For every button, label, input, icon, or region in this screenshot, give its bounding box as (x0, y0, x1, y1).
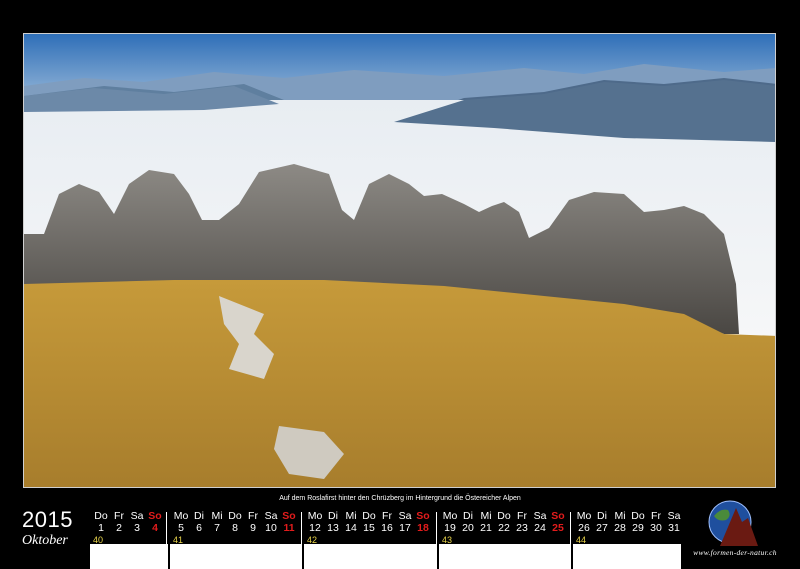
weekday-label-sunday: So (551, 510, 565, 522)
date-number: 8 (232, 522, 238, 534)
date-number-sunday: 11 (283, 522, 295, 534)
weekday-label: Sa (264, 510, 278, 522)
calendar-week-40: Do Fr Sa So 1 2 3 4 40 (90, 508, 168, 569)
week-notes-area (439, 544, 571, 569)
landscape-photo (23, 33, 776, 488)
week-notes-area (90, 544, 168, 569)
weekday-label: Do (631, 510, 645, 522)
date-number: 19 (444, 522, 456, 534)
date-number: 16 (381, 522, 393, 534)
date-number: 9 (250, 522, 256, 534)
weekday-label: Di (463, 510, 473, 522)
weekday-label: Sa (667, 510, 681, 522)
weekday-label: Mo (576, 510, 592, 522)
date-number: 21 (480, 522, 492, 534)
weekday-label: Sa (398, 510, 412, 522)
week-divider (570, 512, 571, 569)
calendar-week-43: Mo Di Mi Do Fr Sa So 19 20 21 22 23 24 2… (439, 508, 571, 569)
calendar-week-42: Mo Di Mi Do Fr Sa So 12 13 14 15 16 17 1… (304, 508, 436, 569)
weekday-label: Do (362, 510, 376, 522)
weekday-label-sunday: So (282, 510, 296, 522)
date-number: 10 (265, 522, 277, 534)
weekday-label-sunday: So (416, 510, 430, 522)
date-number: 31 (668, 522, 680, 534)
mountain-scene-image (24, 34, 775, 487)
weekday-label: Di (597, 510, 607, 522)
weekday-label: Do (94, 510, 108, 522)
month-label: Oktober (22, 533, 68, 548)
weekday-label: Fr (382, 510, 392, 522)
week-notes-area (573, 544, 681, 569)
week-notes-area (170, 544, 302, 569)
weekday-label-sunday: So (148, 510, 162, 522)
weekday-label: Mi (614, 510, 626, 522)
week-number: 43 (442, 535, 453, 545)
date-number: 22 (498, 522, 510, 534)
weekday-label: Di (194, 510, 204, 522)
weekday-label: Fr (651, 510, 661, 522)
weekday-label: Mo (173, 510, 189, 522)
date-number: 28 (614, 522, 626, 534)
weekday-label: Mi (211, 510, 223, 522)
website-url: www.formen-der-natur.ch (693, 548, 777, 557)
weekday-label: Do (497, 510, 511, 522)
weekday-label: Fr (114, 510, 124, 522)
date-number: 3 (134, 522, 140, 534)
weekday-label: Mo (307, 510, 323, 522)
week-notes-area (304, 544, 436, 569)
week-divider (166, 512, 167, 569)
year-label: 2015 (22, 507, 73, 532)
date-number: 1 (98, 522, 104, 534)
globe-logo-icon (706, 500, 758, 546)
date-number: 26 (578, 522, 590, 534)
weekday-label: Sa (533, 510, 547, 522)
date-number-sunday: 25 (552, 522, 564, 534)
calendar-week-44: Mo Di Mi Do Fr Sa 26 27 28 29 30 31 44 (573, 508, 685, 569)
date-number: 2 (116, 522, 122, 534)
date-number: 13 (327, 522, 339, 534)
weekday-label: Fr (517, 510, 527, 522)
weekday-label: Do (228, 510, 242, 522)
date-number: 24 (534, 522, 546, 534)
photo-caption: Auf dem Roslafirst hinter den Chrüzberg … (279, 495, 521, 502)
weekday-label: Mi (345, 510, 357, 522)
date-number: 15 (363, 522, 375, 534)
date-number-sunday: 18 (417, 522, 429, 534)
date-number: 29 (632, 522, 644, 534)
date-number: 20 (462, 522, 474, 534)
weekday-label: Fr (248, 510, 258, 522)
date-number: 12 (309, 522, 321, 534)
date-number: 5 (178, 522, 184, 534)
week-number: 42 (307, 535, 318, 545)
calendar-week-41: Mo Di Mi Do Fr Sa So 5 6 7 8 9 10 11 41 (170, 508, 302, 569)
date-number: 30 (650, 522, 662, 534)
date-number: 7 (214, 522, 220, 534)
date-title: 2015 Oktober (22, 508, 90, 550)
week-number: 40 (93, 535, 104, 545)
weekday-label: Di (328, 510, 338, 522)
week-divider (436, 512, 437, 569)
week-number: 41 (173, 535, 184, 545)
date-number: 6 (196, 522, 202, 534)
date-number: 23 (516, 522, 528, 534)
weekday-label: Sa (130, 510, 144, 522)
date-number-sunday: 4 (152, 522, 158, 534)
week-divider (301, 512, 302, 569)
weekday-label: Mi (480, 510, 492, 522)
week-number: 44 (576, 535, 587, 545)
date-number: 27 (596, 522, 608, 534)
date-number: 17 (399, 522, 411, 534)
date-number: 14 (345, 522, 357, 534)
weekday-label: Mo (442, 510, 458, 522)
